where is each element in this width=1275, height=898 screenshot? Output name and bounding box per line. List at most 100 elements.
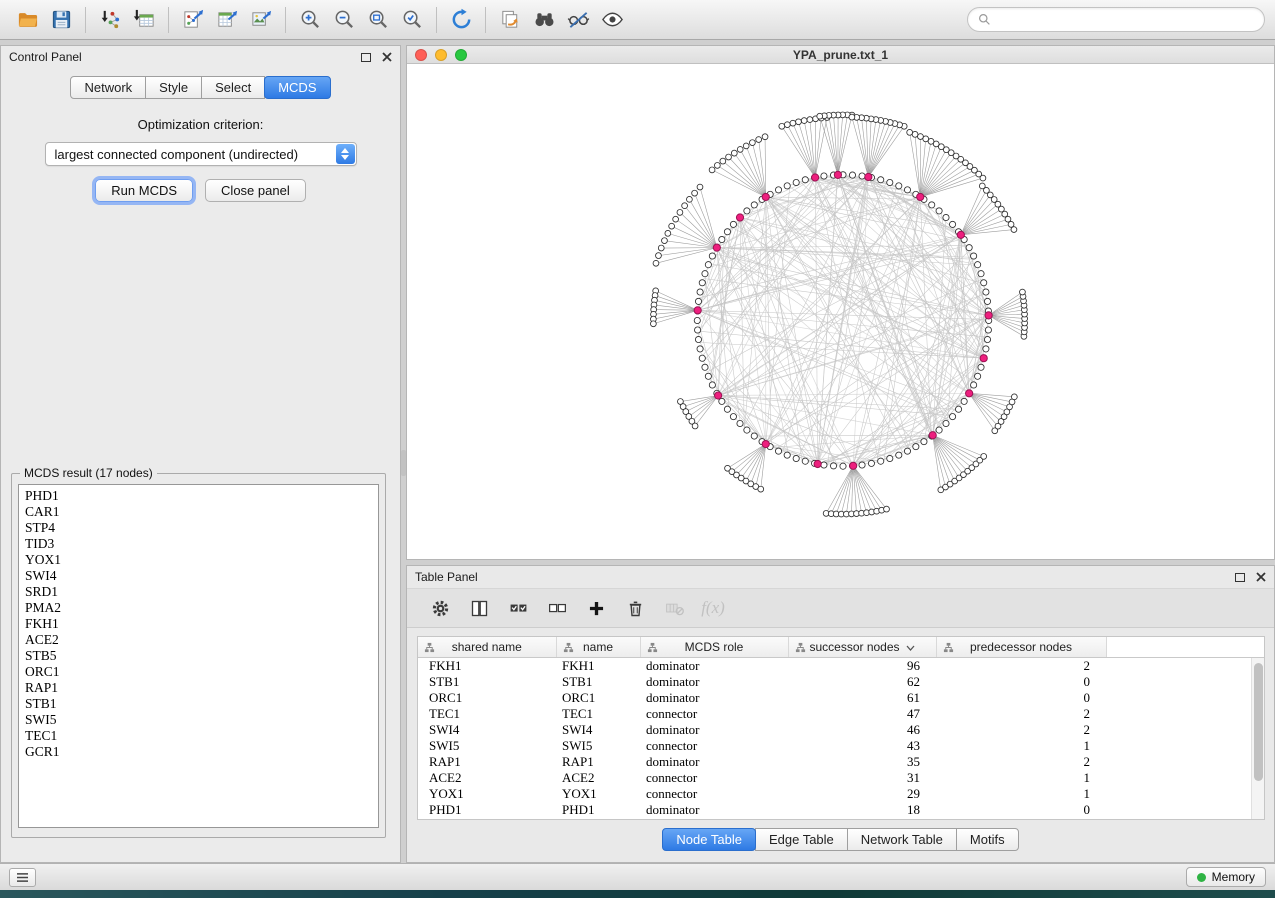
search-field[interactable] bbox=[997, 12, 1254, 27]
close-window-icon[interactable] bbox=[415, 49, 427, 61]
mcds-list-item[interactable]: TID3 bbox=[25, 536, 378, 552]
close-table-panel-icon[interactable] bbox=[1256, 572, 1266, 582]
mcds-list-item[interactable]: SWI5 bbox=[25, 712, 378, 728]
status-bar: Memory bbox=[0, 863, 1275, 890]
table-cell: dominator bbox=[640, 690, 788, 706]
table-cell: 61 bbox=[788, 690, 936, 706]
search-network-icon[interactable] bbox=[527, 5, 561, 35]
column-header-mcds-role[interactable]: MCDS role bbox=[640, 637, 788, 657]
import-table-icon[interactable] bbox=[127, 5, 161, 35]
control-panel-title: Control Panel bbox=[9, 50, 82, 64]
search-input[interactable] bbox=[967, 7, 1265, 32]
zoom-selected-icon[interactable] bbox=[395, 5, 429, 35]
splitter-grip-icon[interactable] bbox=[401, 450, 406, 476]
add-row-icon[interactable] bbox=[581, 593, 611, 623]
minimize-window-icon[interactable] bbox=[435, 49, 447, 61]
memory-button[interactable]: Memory bbox=[1186, 867, 1266, 887]
table-row[interactable]: SWI4SWI4dominator462 bbox=[418, 722, 1264, 738]
zoom-out-icon[interactable] bbox=[327, 5, 361, 35]
float-panel-icon[interactable] bbox=[361, 53, 371, 62]
tab-network[interactable]: Network bbox=[70, 76, 146, 99]
import-network-icon[interactable] bbox=[93, 5, 127, 35]
tab-select[interactable]: Select bbox=[201, 76, 265, 99]
settings-icon[interactable] bbox=[425, 593, 455, 623]
mcds-list-item[interactable]: RAP1 bbox=[25, 680, 378, 696]
mcds-list-item[interactable]: TEC1 bbox=[25, 728, 378, 744]
clone-network-icon[interactable] bbox=[493, 5, 527, 35]
table-cell: ORC1 bbox=[556, 690, 640, 706]
table-row[interactable]: FKH1FKH1dominator962 bbox=[418, 657, 1264, 674]
refresh-icon[interactable] bbox=[444, 5, 478, 35]
table-row[interactable]: ORC1ORC1dominator610 bbox=[418, 690, 1264, 706]
columns-icon[interactable] bbox=[464, 593, 494, 623]
mcds-list-item[interactable]: CAR1 bbox=[25, 504, 378, 520]
table-tab-motifs[interactable]: Motifs bbox=[956, 828, 1019, 851]
column-header-name[interactable]: name bbox=[556, 637, 640, 657]
zoom-in-icon[interactable] bbox=[293, 5, 327, 35]
table-cell bbox=[1106, 706, 1264, 722]
close-panel-icon[interactable] bbox=[382, 52, 392, 62]
memory-button-label: Memory bbox=[1212, 870, 1255, 884]
select-stepper-icon bbox=[336, 144, 355, 164]
attribute-type-icon bbox=[795, 642, 806, 653]
table-tab-node-table[interactable]: Node Table bbox=[662, 828, 756, 851]
column-header-successor-nodes[interactable]: successor nodes bbox=[788, 637, 936, 657]
table-cell: YOX1 bbox=[556, 786, 640, 802]
attribute-type-icon bbox=[424, 642, 435, 653]
mcds-list-item[interactable]: PMA2 bbox=[25, 600, 378, 616]
show-eye-icon[interactable] bbox=[595, 5, 629, 35]
open-file-icon[interactable] bbox=[10, 5, 44, 35]
scrollbar-thumb[interactable] bbox=[1254, 663, 1263, 781]
column-header-predecessor-nodes[interactable]: predecessor nodes bbox=[936, 637, 1106, 657]
table-tabs: Node TableEdge TableNetwork TableMotifs bbox=[407, 828, 1274, 851]
run-mcds-button[interactable]: Run MCDS bbox=[95, 179, 193, 202]
mcds-list-item[interactable]: YOX1 bbox=[25, 552, 378, 568]
mcds-list-item[interactable]: ACE2 bbox=[25, 632, 378, 648]
control-panel: Control Panel NetworkStyleSelectMCDS Opt… bbox=[0, 45, 401, 863]
panel-splitter[interactable] bbox=[401, 45, 406, 863]
tab-style[interactable]: Style bbox=[145, 76, 202, 99]
mcds-list-item[interactable]: SRD1 bbox=[25, 584, 378, 600]
table-cell: 47 bbox=[788, 706, 936, 722]
table-cell: PHD1 bbox=[556, 802, 640, 818]
save-icon[interactable] bbox=[44, 5, 78, 35]
window-traffic-lights[interactable] bbox=[415, 49, 467, 61]
table-row[interactable]: RAP1RAP1dominator352 bbox=[418, 754, 1264, 770]
tab-mcds[interactable]: MCDS bbox=[264, 76, 330, 99]
delete-row-icon[interactable] bbox=[620, 593, 650, 623]
table-cell: 62 bbox=[788, 674, 936, 690]
export-table-icon[interactable] bbox=[210, 5, 244, 35]
export-network-icon[interactable] bbox=[176, 5, 210, 35]
table-row[interactable]: SWI5SWI5connector431 bbox=[418, 738, 1264, 754]
table-cell bbox=[1106, 770, 1264, 786]
network-view[interactable] bbox=[407, 64, 1274, 559]
table-row[interactable]: TEC1TEC1connector472 bbox=[418, 706, 1264, 722]
zoom-fit-icon[interactable] bbox=[361, 5, 395, 35]
export-image-icon[interactable] bbox=[244, 5, 278, 35]
mcds-list-item[interactable]: ORC1 bbox=[25, 664, 378, 680]
main-toolbar bbox=[0, 0, 1275, 40]
table-tab-edge-table[interactable]: Edge Table bbox=[755, 828, 848, 851]
mcds-list-item[interactable]: PHD1 bbox=[25, 488, 378, 504]
optimization-criterion-select[interactable]: largest connected component (undirected) bbox=[45, 142, 357, 166]
status-menu-button[interactable] bbox=[9, 868, 36, 887]
table-row[interactable]: STB1STB1dominator620 bbox=[418, 674, 1264, 690]
mcds-list-item[interactable]: STB5 bbox=[25, 648, 378, 664]
column-header-shared-name[interactable]: shared name bbox=[418, 637, 556, 657]
select-all-icon[interactable] bbox=[503, 593, 533, 623]
mcds-list-item[interactable]: STB1 bbox=[25, 696, 378, 712]
table-tab-network-table[interactable]: Network Table bbox=[847, 828, 957, 851]
mcds-list-item[interactable]: FKH1 bbox=[25, 616, 378, 632]
deselect-all-icon[interactable] bbox=[542, 593, 572, 623]
mcds-list-item[interactable]: GCR1 bbox=[25, 744, 378, 760]
mcds-list-item[interactable]: SWI4 bbox=[25, 568, 378, 584]
table-row[interactable]: YOX1YOX1connector291 bbox=[418, 786, 1264, 802]
close-panel-button[interactable]: Close panel bbox=[205, 179, 306, 202]
mcds-list-item[interactable]: STP4 bbox=[25, 520, 378, 536]
table-row[interactable]: ACE2ACE2connector311 bbox=[418, 770, 1264, 786]
table-row[interactable]: PHD1PHD1dominator180 bbox=[418, 802, 1264, 818]
hide-glasses-icon[interactable] bbox=[561, 5, 595, 35]
float-table-panel-icon[interactable] bbox=[1235, 573, 1245, 582]
table-scrollbar[interactable] bbox=[1251, 658, 1264, 819]
zoom-window-icon[interactable] bbox=[455, 49, 467, 61]
